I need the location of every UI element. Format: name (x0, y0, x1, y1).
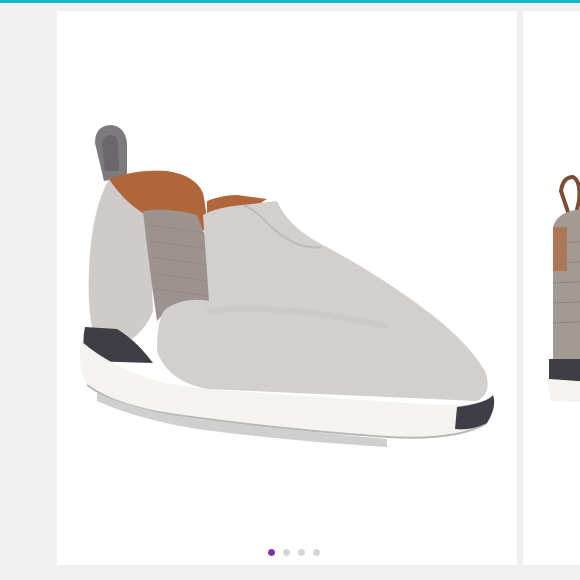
shoe-image (79, 125, 495, 447)
carousel-pagination (0, 549, 580, 556)
pagination-dot-4[interactable] (313, 549, 320, 556)
shoe-image-back (547, 174, 580, 403)
carousel-slide-next[interactable] (523, 11, 580, 565)
carousel-slide-current[interactable] (57, 11, 517, 565)
pagination-dot-2[interactable] (283, 549, 290, 556)
image-carousel[interactable] (0, 3, 580, 580)
shoe-upper (157, 201, 488, 401)
pagination-dot-1[interactable] (268, 549, 275, 556)
pagination-dot-3[interactable] (298, 549, 305, 556)
